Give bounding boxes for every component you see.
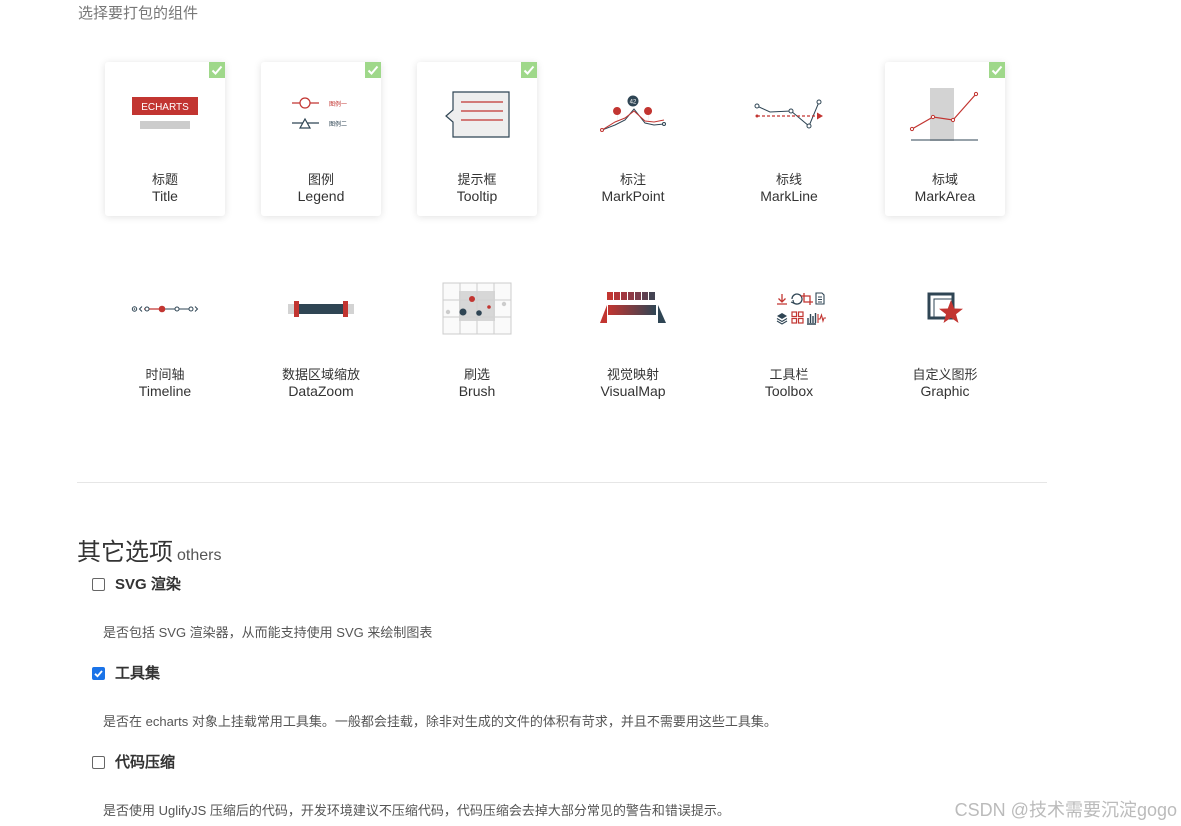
- markarea-icon: [905, 84, 985, 144]
- brush-icon: [437, 279, 517, 339]
- component-card-markpoint[interactable]: 42 标注 MarkPoint: [573, 62, 693, 216]
- markpoint-icon: 42: [593, 84, 673, 144]
- datazoom-icon: [281, 279, 361, 339]
- component-name-en: Brush: [458, 383, 496, 399]
- component-card-legend[interactable]: 图例一 图例二 图例 Legend: [261, 62, 381, 216]
- component-card-datazoom[interactable]: 数据区域缩放 DataZoom: [261, 257, 381, 411]
- toolbox-icon: [749, 279, 829, 339]
- component-name-en: MarkLine: [760, 188, 818, 204]
- graphic-icon: [905, 279, 985, 339]
- component-card-graphic[interactable]: 自定义图形 Graphic: [885, 257, 1005, 411]
- others-title-zh: 其它选项: [77, 539, 173, 566]
- checkmark-icon: [94, 670, 103, 678]
- component-name-zh: 刷选: [463, 367, 490, 382]
- component-name-zh: 提示框: [457, 172, 497, 187]
- component-name-zh: 标域: [931, 172, 958, 187]
- component-name-en: MarkArea: [914, 188, 976, 204]
- component-name-en: Toolbox: [764, 383, 814, 399]
- component-name-zh: 视觉映射: [606, 367, 659, 382]
- component-card-toolbox[interactable]: 工具栏 Toolbox: [729, 257, 849, 411]
- component-name-en: Timeline: [138, 383, 192, 399]
- markpoint-icon-text: 42: [630, 100, 637, 106]
- component-name-en: VisualMap: [600, 383, 666, 399]
- minify-checkbox[interactable]: [92, 756, 105, 769]
- option-label: 代码压缩: [115, 754, 176, 771]
- visualmap-icon: [593, 279, 673, 339]
- component-name-zh: 标注: [619, 172, 646, 187]
- legend-icon-text-b: 图例二: [329, 120, 347, 128]
- component-name-zh: 标线: [775, 172, 802, 187]
- title-icon-text: ECHARTS: [141, 102, 189, 113]
- component-name-zh: 时间轴: [145, 367, 185, 382]
- component-grid: ECHARTS 标题 Title 图例一 图例二 图例 Legend 提示框 T…: [0, 0, 1181, 480]
- legend-icon: 图例一 图例二: [281, 84, 361, 144]
- component-card-visualmap[interactable]: 视觉映射 VisualMap: [573, 257, 693, 411]
- component-name-en: DataZoom: [288, 383, 354, 399]
- title-icon: ECHARTS: [125, 84, 205, 144]
- others-title-en: others: [177, 547, 222, 564]
- section-divider: [77, 482, 1047, 483]
- watermark: CSDN @技术需要沉淀gogo: [954, 800, 1177, 820]
- component-name-zh: 自定义图形: [912, 367, 978, 382]
- selected-check-icon: [521, 62, 537, 78]
- selected-check-icon: [365, 62, 381, 78]
- component-name-en: Title: [152, 188, 178, 204]
- component-card-markline[interactable]: 标线 MarkLine: [729, 62, 849, 216]
- component-name-zh: 图例: [307, 172, 334, 187]
- component-name-en: Graphic: [920, 383, 970, 399]
- selected-check-icon: [989, 62, 1005, 78]
- tooltip-icon: [437, 84, 517, 144]
- component-card-timeline[interactable]: 时间轴 Timeline: [105, 257, 225, 411]
- component-card-tooltip[interactable]: 提示框 Tooltip: [417, 62, 537, 216]
- component-card-markarea[interactable]: 标域 MarkArea: [885, 62, 1005, 216]
- option-label: SVG 渲染: [115, 576, 181, 593]
- markline-icon: [749, 84, 829, 144]
- component-name-en: Tooltip: [456, 188, 498, 204]
- others-section-title: 其它选项 others: [77, 532, 221, 567]
- timeline-icon: [125, 279, 205, 339]
- component-card-brush[interactable]: 刷选 Brush: [417, 257, 537, 411]
- option-description: 是否包括 SVG 渲染器，从而能支持使用 SVG 来绘制图表: [103, 625, 433, 640]
- component-name-zh: 标题: [151, 172, 178, 187]
- selected-check-icon: [209, 62, 225, 78]
- utils-checkbox[interactable]: [92, 667, 105, 680]
- component-name-zh: 数据区域缩放: [281, 367, 360, 382]
- component-name-en: Legend: [297, 188, 345, 204]
- option-description: 是否在 echarts 对象上挂载常用工具集。一般都会挂载，除非对生成的文件的体…: [103, 714, 777, 729]
- legend-icon-text-a: 图例一: [329, 100, 347, 108]
- option-label: 工具集: [115, 665, 161, 682]
- svg-render-checkbox[interactable]: [92, 578, 105, 591]
- component-card-title[interactable]: ECHARTS 标题 Title: [105, 62, 225, 216]
- option-description: 是否使用 UglifyJS 压缩后的代码，开发环境建议不压缩代码，代码压缩会去掉…: [103, 803, 730, 818]
- component-name-en: MarkPoint: [601, 188, 665, 204]
- component-name-zh: 工具栏: [769, 367, 809, 382]
